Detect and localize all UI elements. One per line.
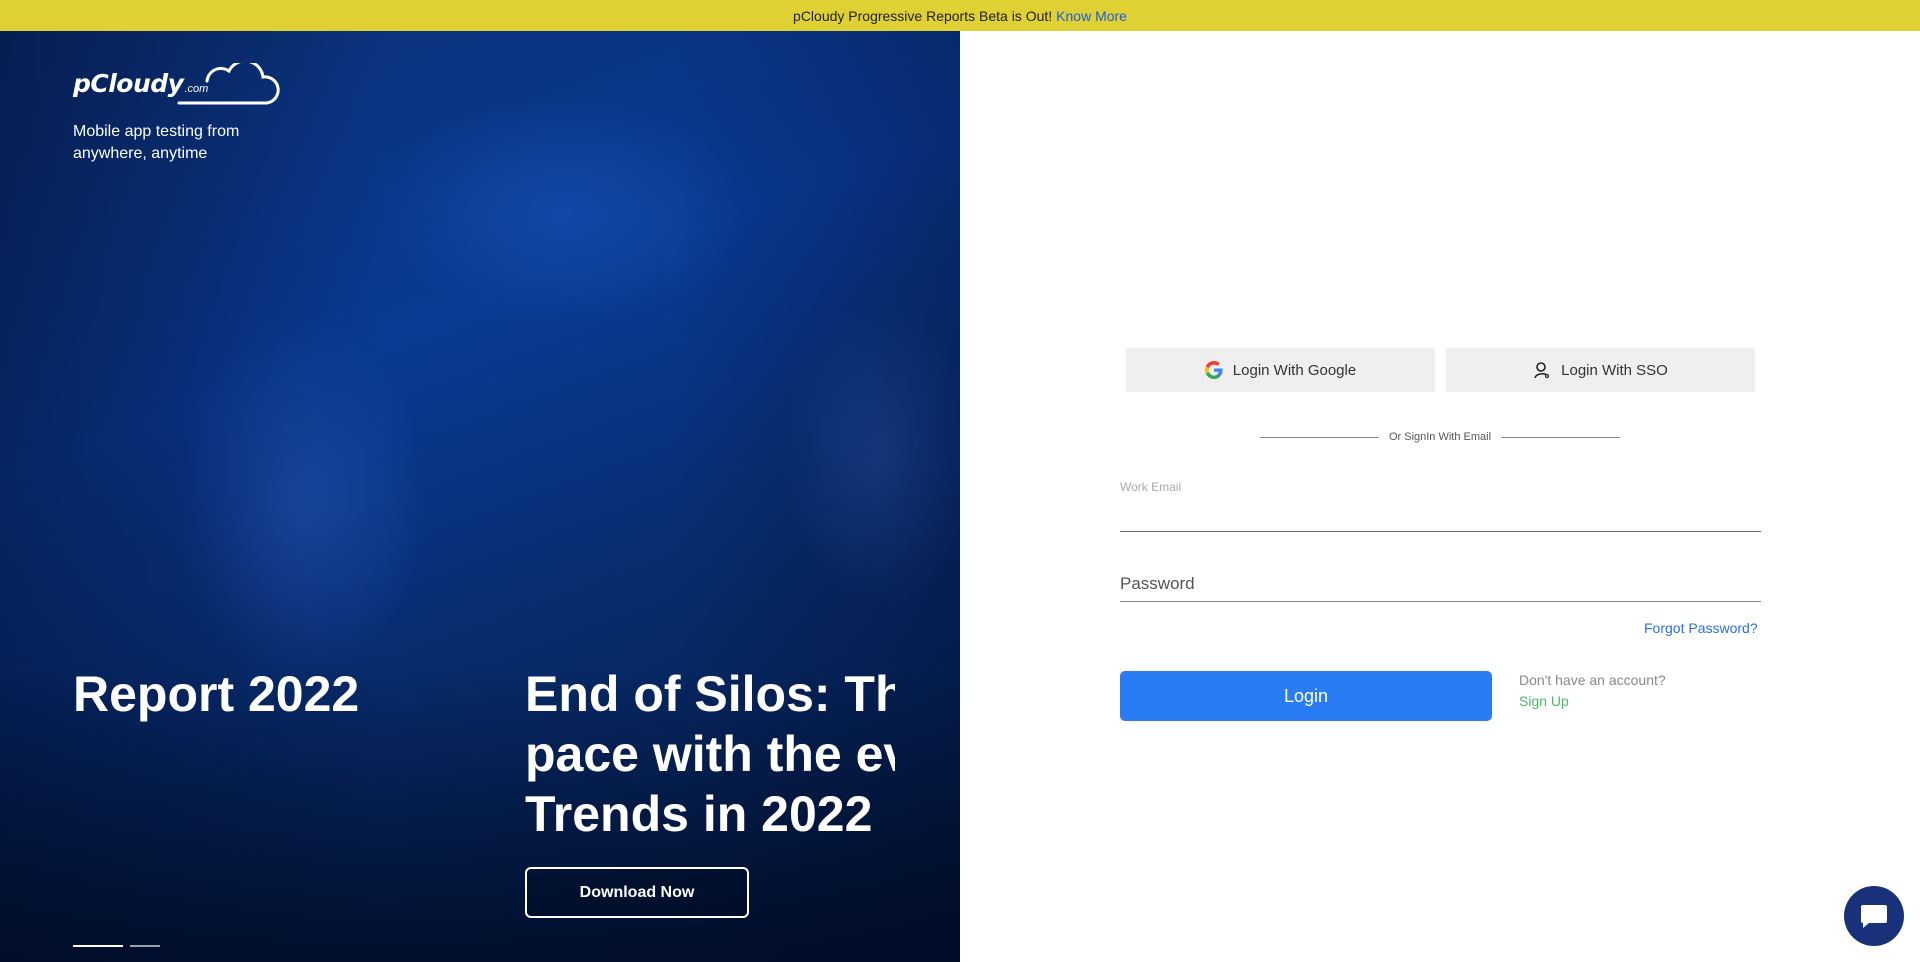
login-with-sso-button[interactable]: Login With SSO xyxy=(1446,348,1755,392)
login-panel: Login With Google Login With SSO Or Sign… xyxy=(960,31,1920,962)
chat-bubble-icon xyxy=(1861,905,1887,928)
cloud-icon xyxy=(177,63,280,105)
sign-up-link[interactable]: Sign Up xyxy=(1519,693,1569,709)
work-email-input[interactable] xyxy=(1120,496,1761,532)
divider-line xyxy=(1501,436,1620,438)
logo-wordmark: pCloudy xyxy=(73,69,184,98)
hero-carousel: pCloudy .com Mobile app testing from any… xyxy=(0,31,960,962)
divider-line xyxy=(1260,436,1379,438)
login-with-google-button[interactable]: Login With Google xyxy=(1126,348,1435,392)
user-key-icon xyxy=(1534,362,1550,379)
carousel-dot-active[interactable] xyxy=(73,945,123,947)
know-more-link[interactable]: Know More xyxy=(1056,8,1127,24)
slide-title-line: End of Silos: The xyxy=(525,666,895,722)
google-icon xyxy=(1204,361,1223,379)
carousel-dot[interactable] xyxy=(130,945,160,947)
download-now-button[interactable]: Download Now xyxy=(525,867,749,918)
announcement-banner: pCloudy Progressive Reports Beta is Out!… xyxy=(0,0,1920,31)
slide-title-silos: End of Silos: The pace with the eve Tren… xyxy=(525,664,895,844)
chat-launcher-button[interactable] xyxy=(1844,886,1904,946)
google-button-label: Login With Google xyxy=(1232,361,1357,379)
forgot-password-link[interactable]: Forgot Password? xyxy=(1644,620,1758,636)
divider-text: Or SignIn With Email xyxy=(1388,431,1492,443)
no-account-text: Don't have an account? xyxy=(1519,672,1666,688)
tagline: Mobile app testing from anywhere, anytim… xyxy=(73,123,240,162)
banner-text: pCloudy Progressive Reports Beta is Out! xyxy=(793,7,1053,24)
carousel-indicators xyxy=(73,945,160,947)
slide-title-line: pace with the eve xyxy=(525,726,895,782)
slide-title-line: Trends in 2022 xyxy=(525,786,873,842)
login-button[interactable]: Login xyxy=(1120,671,1492,721)
sso-button-label: Login With SSO xyxy=(1561,361,1668,379)
pcloudy-logo[interactable]: pCloudy .com xyxy=(73,63,280,105)
slide-title-report: Report 2022 xyxy=(73,666,360,722)
work-email-label: Work Email xyxy=(1120,480,1182,494)
password-input[interactable] xyxy=(1120,566,1761,602)
signin-divider: Or SignIn With Email xyxy=(1260,431,1620,443)
